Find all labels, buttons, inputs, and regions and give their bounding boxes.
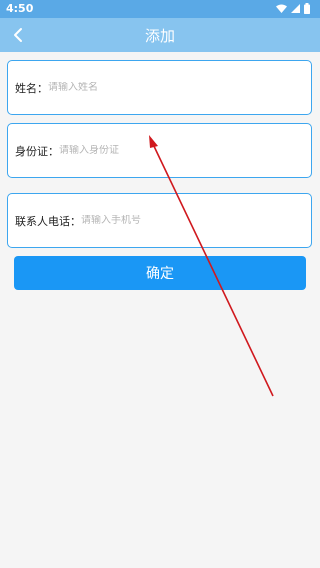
name-field[interactable]: 姓名： — [7, 60, 312, 115]
status-bar: 4:50 — [0, 0, 320, 18]
page-title: 添加 — [144, 27, 175, 45]
id-card-label: 身份证： — [15, 144, 59, 158]
phone-input[interactable] — [81, 215, 311, 226]
confirm-button[interactable]: 确定 — [14, 256, 306, 290]
name-label: 姓名： — [15, 81, 48, 95]
battery-icon — [304, 3, 310, 14]
status-time: 4:50 — [6, 2, 34, 15]
id-card-field[interactable]: 身份证： — [7, 123, 312, 178]
id-card-input[interactable] — [59, 145, 311, 156]
app-bar: 添加 — [0, 18, 320, 52]
cell-signal-icon — [291, 4, 300, 13]
wifi-icon — [276, 4, 287, 13]
status-icons — [276, 3, 310, 14]
name-input[interactable] — [48, 82, 311, 93]
phone-field[interactable]: 联系人电话： — [7, 193, 312, 248]
phone-label: 联系人电话： — [15, 214, 81, 228]
